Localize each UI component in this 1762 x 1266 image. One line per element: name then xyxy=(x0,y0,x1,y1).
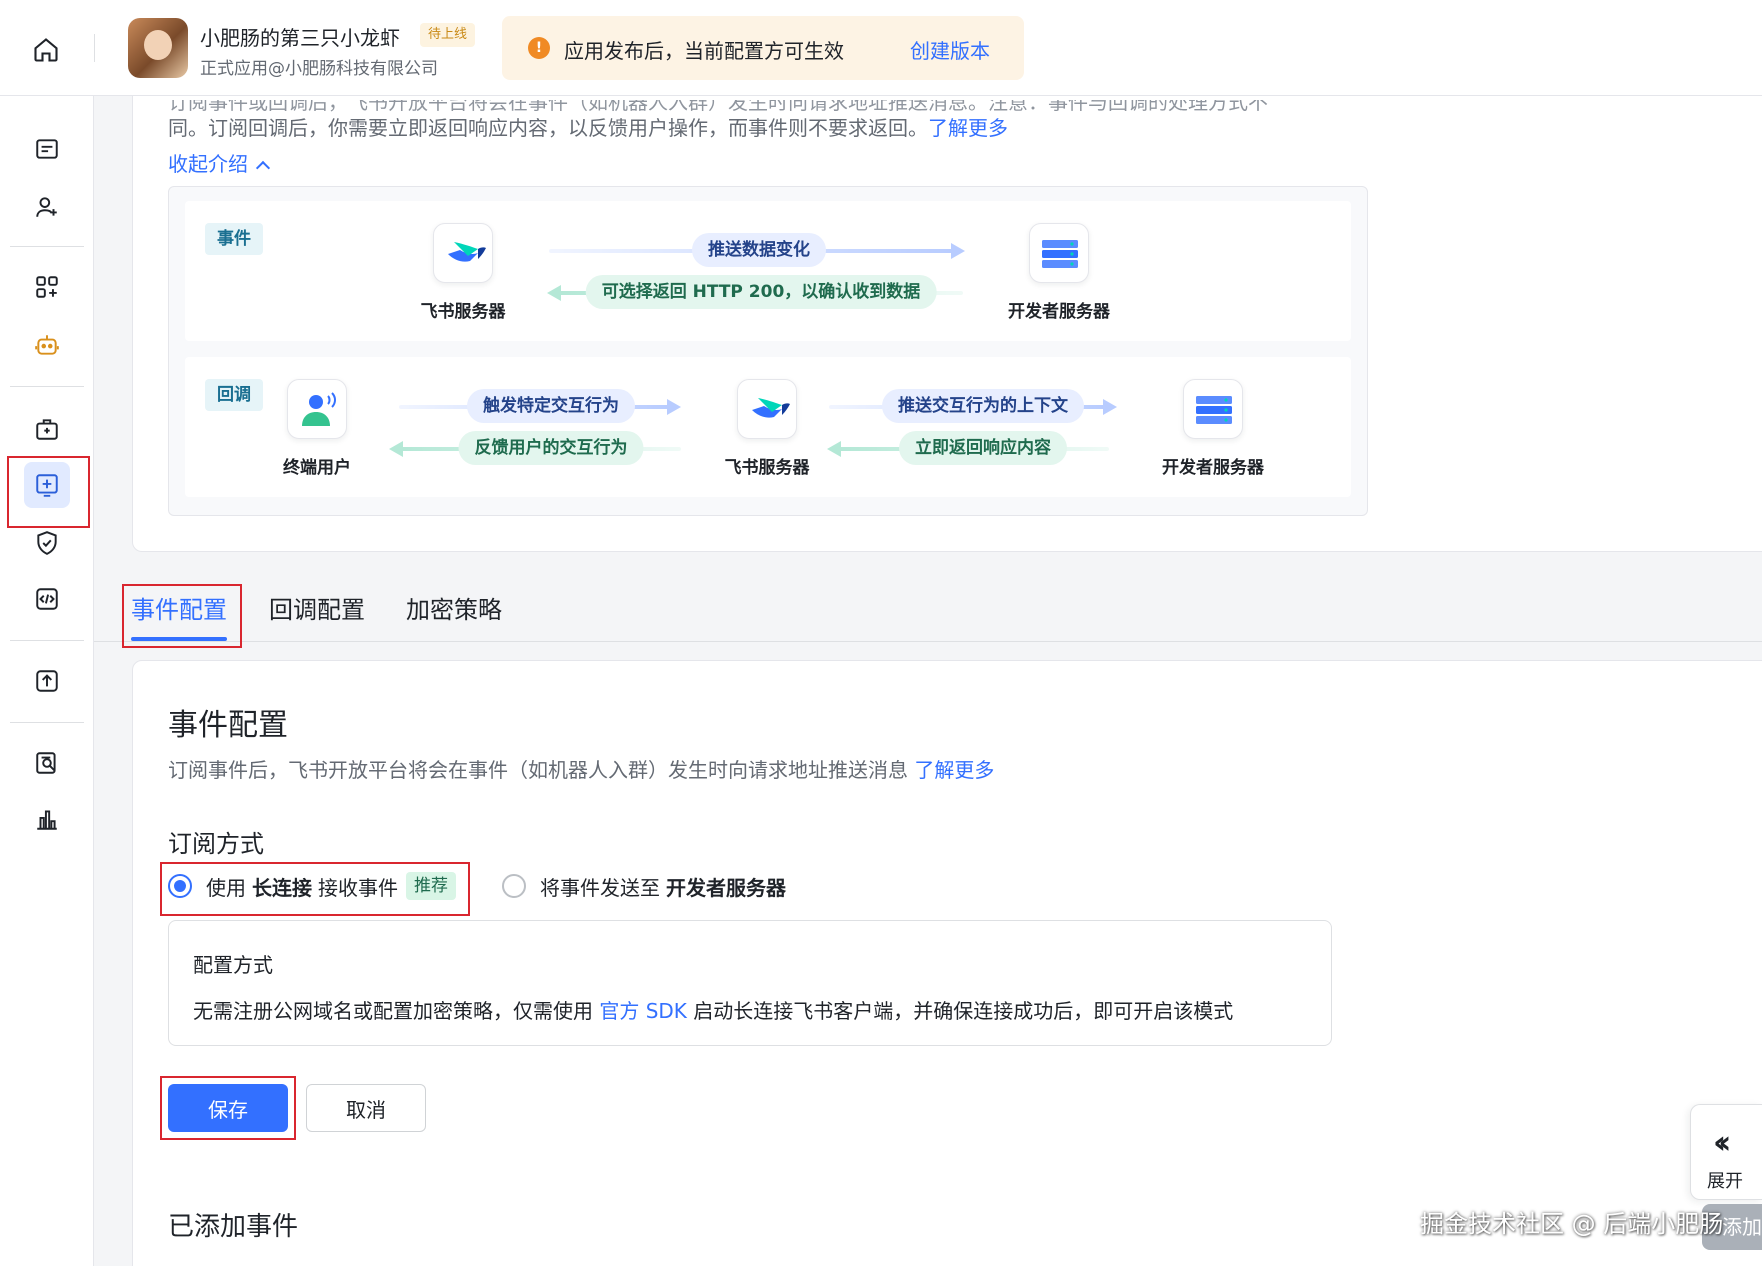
security-icon xyxy=(37,531,57,555)
log-search-icon xyxy=(36,752,56,774)
server-icon xyxy=(1196,396,1232,424)
permission-icon xyxy=(36,419,58,440)
app-name: 小肥肠的第三只小龙虾 xyxy=(200,26,400,50)
feishu-logo-icon xyxy=(448,242,486,262)
create-version-link[interactable]: 创建版本 xyxy=(910,35,990,64)
feedback-interaction-pill: 反馈用户的交互行为 xyxy=(458,431,644,465)
callback-tag: 回调 xyxy=(205,379,263,411)
expand-label: 展开 xyxy=(1707,1171,1743,1192)
radio-unchecked-icon xyxy=(502,874,526,898)
event-tag: 事件 xyxy=(205,223,263,255)
code-icon xyxy=(36,588,58,610)
double-chevron-left-icon: ‹‹ xyxy=(1713,1123,1732,1161)
sidebar-separator xyxy=(10,386,84,387)
sidebar-item-log-search[interactable] xyxy=(24,740,70,786)
subscribe-method-title: 订阅方式 xyxy=(168,830,264,858)
member-icon xyxy=(36,197,57,217)
expand-panel-button[interactable]: ‹‹ 展开 xyxy=(1690,1104,1762,1200)
app-avatar[interactable] xyxy=(128,18,188,78)
sidebar-item-capabilities[interactable] xyxy=(24,264,70,310)
tab-encryption-policy[interactable]: 加密策略 xyxy=(406,590,502,625)
highlight-event-tab xyxy=(122,584,242,648)
end-user-node xyxy=(287,379,347,439)
chevron-up-icon xyxy=(255,160,271,176)
config-method-title: 配置方式 xyxy=(193,953,273,977)
sidebar-item-basic-info[interactable] xyxy=(24,126,70,172)
app-status-badge: 待上线 xyxy=(420,23,476,47)
sidebar-separator xyxy=(10,640,84,641)
app-subtitle: 正式应用@小肥肠科技有限公司 xyxy=(200,59,438,79)
cancel-button[interactable]: 取消 xyxy=(306,1084,426,1132)
intro-text-line2: 同。订阅回调后，你需要立即返回响应内容，以反馈用户操作，而事件则不要求返回。了解… xyxy=(168,112,1008,141)
notice-text: 应用发布后，当前配置方可生效 xyxy=(564,39,844,63)
config-method-text: 无需注册公网域名或配置加密策略，仅需使用 官方 SDK 启动长连接飞书客户端，并… xyxy=(193,995,1233,1024)
sidebar-item-members[interactable] xyxy=(24,184,70,230)
opt2-prefix: 将事件发送至 xyxy=(540,875,660,900)
developer-server-label-1: 开发者服务器 xyxy=(1008,302,1110,322)
push-data-change-pill: 推送数据变化 xyxy=(692,233,826,267)
feishu-server-node-2 xyxy=(737,379,797,439)
home-button[interactable] xyxy=(26,32,66,68)
app-capability-icon xyxy=(36,276,58,298)
event-config-learn-more-link[interactable]: 了解更多 xyxy=(914,758,994,782)
feishu-server-label: 飞书服务器 xyxy=(420,302,506,322)
highlight-long-connection xyxy=(160,862,470,916)
official-sdk-link[interactable]: 官方 SDK xyxy=(599,999,687,1023)
config-method-text-post: 启动长连接飞书客户端，并确保连接成功后，即可开启该模式 xyxy=(693,999,1234,1023)
config-method-box: 配置方式 无需注册公网域名或配置加密策略，仅需使用 官方 SDK 启动长连接飞书… xyxy=(168,920,1332,1046)
config-method-text-pre: 无需注册公网域名或配置加密策略，仅需使用 xyxy=(193,999,593,1023)
tab-callback-config[interactable]: 回调配置 xyxy=(269,590,365,625)
added-events-title: 已添加事件 xyxy=(168,1212,299,1242)
sidebar-item-permissions[interactable] xyxy=(24,406,70,452)
analytics-icon xyxy=(37,810,57,830)
feishu-server-label-2: 飞书服务器 xyxy=(724,458,810,478)
collapse-intro-label: 收起介绍 xyxy=(168,152,248,176)
event-config-desc: 订阅事件后，飞书开放平台将会在事件（如机器人入群）发生时向请求地址推送消息 了解… xyxy=(168,754,994,783)
version-release-icon xyxy=(36,670,58,692)
event-config-title: 事件配置 xyxy=(168,708,288,743)
highlight-sidebar-events xyxy=(7,456,90,528)
event-row xyxy=(185,201,1351,341)
publish-notice: ! 应用发布后，当前配置方可生效 创建版本 xyxy=(502,16,1024,80)
sidebar-item-analytics[interactable] xyxy=(24,796,70,842)
return-response-pill: 立即返回响应内容 xyxy=(899,431,1067,465)
developer-server-node-2 xyxy=(1183,379,1243,439)
left-sidebar xyxy=(0,96,94,1266)
collapse-intro-link[interactable]: 收起介绍 xyxy=(168,148,271,177)
event-config-desc-text: 订阅事件后，飞书开放平台将会在事件（如机器人入群）发生时向请求地址推送消息 xyxy=(168,758,908,782)
intro-text-line2-body: 同。订阅回调后，你需要立即返回响应内容，以反馈用户操作，而事件则不要求返回。 xyxy=(168,116,928,140)
home-icon xyxy=(34,38,58,62)
sidebar-separator xyxy=(10,246,84,247)
highlight-save-button xyxy=(160,1076,296,1140)
top-header: 小肥肠的第三只小龙虾 待上线 正式应用@小肥肠科技有限公司 ! 应用发布后，当前… xyxy=(0,0,1762,96)
end-user-icon xyxy=(302,392,336,426)
sidebar-separator xyxy=(10,722,84,723)
return-http-200-pill: 可选择返回 HTTP 200，以确认收到数据 xyxy=(585,275,937,309)
basic-info-icon xyxy=(36,139,58,159)
sidebar-item-bot[interactable] xyxy=(24,322,70,368)
trigger-interaction-pill: 触发特定交互行为 xyxy=(467,389,635,423)
radio-developer-server[interactable]: 将事件发送至 开发者服务器 xyxy=(502,870,792,902)
bot-icon xyxy=(35,335,59,355)
warning-icon: ! xyxy=(528,37,550,59)
server-icon xyxy=(1042,240,1078,268)
sidebar-item-development[interactable] xyxy=(24,576,70,622)
push-context-pill: 推送交互行为的上下文 xyxy=(882,389,1084,423)
opt2-bold: 开发者服务器 xyxy=(666,875,786,900)
watermark: 掘金技术社区 @ 后端小肥肠 xyxy=(1420,1210,1724,1238)
header-divider xyxy=(94,34,95,62)
sidebar-item-version-release[interactable] xyxy=(24,658,70,704)
developer-server-node-1 xyxy=(1029,223,1089,283)
feishu-server-node xyxy=(433,223,493,283)
intro-learn-more-link[interactable]: 了解更多 xyxy=(928,116,1008,140)
end-user-label: 终端用户 xyxy=(283,458,351,478)
event-callback-diagram: 事件 飞书服务器 推送数据变化 可选择返回 HTTP 200，以确认收到数据 开… xyxy=(168,186,1368,516)
developer-server-label-2: 开发者服务器 xyxy=(1162,458,1264,478)
feishu-logo-icon xyxy=(752,398,790,418)
